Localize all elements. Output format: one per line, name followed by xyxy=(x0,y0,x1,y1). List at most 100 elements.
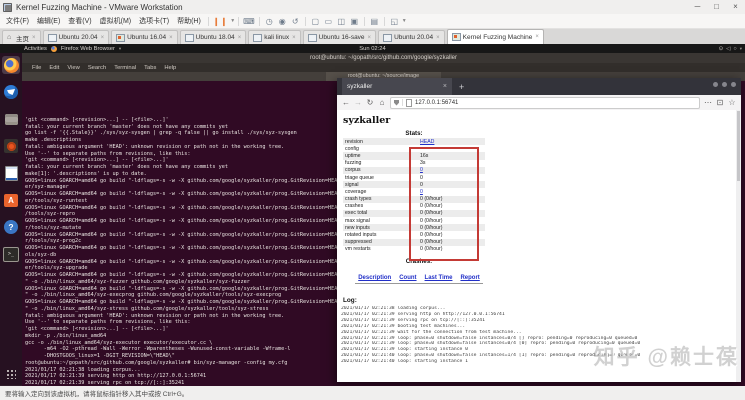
show-library-icon[interactable]: ▢ xyxy=(309,17,322,26)
menu-item[interactable]: 选项卡(T) xyxy=(135,16,173,26)
tab-close-icon[interactable]: × xyxy=(535,34,539,40)
close-button[interactable]: × xyxy=(726,0,745,14)
vm-tab-label: Ubuntu 16-save xyxy=(318,34,365,41)
panel-clock[interactable]: Sun 02:24 xyxy=(0,46,745,52)
terminal-menu-item[interactable]: View xyxy=(63,65,83,71)
terminal-menu-item[interactable]: Terminal xyxy=(110,65,140,71)
tab-close-icon[interactable]: × xyxy=(169,35,173,41)
console-layout-icon[interactable]: ◫ xyxy=(335,17,348,26)
ubuntu-software-icon: A xyxy=(4,193,18,207)
statusbar-hint: 要将输入定向到该虚拟机，请将鼠标指针移入其中或按 Ctrl+G。 xyxy=(5,391,189,398)
fullscreen-dropdown-icon[interactable]: ▼ xyxy=(402,18,407,24)
files-icon xyxy=(4,113,18,125)
firefox-window-controls[interactable] xyxy=(713,82,736,87)
terminal-menu-item[interactable]: Edit xyxy=(45,65,63,71)
tab-close-icon[interactable]: × xyxy=(292,35,296,41)
tab-close-icon[interactable]: × xyxy=(32,35,36,41)
tab-close-icon[interactable]: × xyxy=(368,35,372,41)
tab-close-icon[interactable]: × xyxy=(436,35,440,41)
maximize-button[interactable]: □ xyxy=(707,0,726,14)
terminal-titlebar[interactable]: root@ubuntu: ~/gopath/src/github.com/goo… xyxy=(22,53,745,63)
vm-tab[interactable]: Ubuntu 20.04 × xyxy=(378,30,445,44)
show-thumbnail-bar-icon[interactable]: ▭ xyxy=(322,17,335,26)
snapshot-clock-icon[interactable]: ◷ xyxy=(263,17,276,26)
stat-label: fuzzing xyxy=(345,160,362,167)
crashes-column-link[interactable]: Description xyxy=(358,275,391,281)
menu-item[interactable]: 虚拟机(M) xyxy=(96,16,136,26)
stat-label: signal xyxy=(345,181,359,188)
terminal-menu-item[interactable]: Search xyxy=(84,65,110,71)
vmware-workstation-window: Kernel Fuzzing Machine - VMware Workstat… xyxy=(0,0,745,400)
system-menu-chevron-icon[interactable]: ▾ xyxy=(740,46,742,52)
crashes-column-link[interactable]: Last Time xyxy=(425,275,453,281)
menu-item[interactable]: 编辑(E) xyxy=(33,16,64,26)
vm-tab[interactable]: Ubuntu 20.04 × xyxy=(42,30,110,44)
stat-value[interactable]: HEAD xyxy=(415,139,434,145)
console-view-icon[interactable]: ▤ xyxy=(368,17,381,26)
terminal-menu-item[interactable]: Help xyxy=(160,65,180,71)
page-actions-icon[interactable]: ⋯ xyxy=(704,98,712,107)
take-snapshot-icon[interactable]: ◉ xyxy=(276,17,289,26)
browser-scrollbar[interactable] xyxy=(736,110,741,382)
crashes-section: Crashes: Description Count Last Time Report xyxy=(343,258,495,284)
terminal-icon: >_ xyxy=(3,246,19,262)
tab-close-icon[interactable]: × xyxy=(238,35,242,41)
browser-tab[interactable]: syzkaller × xyxy=(342,78,452,95)
menu-item[interactable]: 帮助(H) xyxy=(173,16,205,26)
terminal-menu-item[interactable]: Tabs xyxy=(140,65,160,71)
stats-heading: Stats: xyxy=(405,130,423,137)
revert-snapshot-icon[interactable]: ↺ xyxy=(289,17,302,26)
stat-label: exec total xyxy=(345,210,368,217)
tab-close-icon[interactable]: × xyxy=(443,83,447,90)
bookmark-star-icon[interactable]: ☆ xyxy=(728,98,736,107)
stat-label: triage queue xyxy=(345,174,374,181)
crashes-column-link[interactable]: Report xyxy=(460,275,479,281)
dock-firefox[interactable] xyxy=(2,56,20,74)
vm-tab[interactable]: Ubuntu 18.04 × xyxy=(179,30,247,44)
vm-tab[interactable]: Ubuntu 16-save × xyxy=(302,30,377,44)
back-button[interactable]: ← xyxy=(342,98,350,107)
dock-libreoffice-writer[interactable] xyxy=(2,164,20,182)
dock-thunderbird[interactable] xyxy=(2,83,20,101)
red-annotation-box xyxy=(409,147,479,261)
dock-terminal[interactable]: >_ xyxy=(2,245,20,263)
vm-tab[interactable]: 主页 × xyxy=(2,30,41,44)
new-tab-button[interactable]: + xyxy=(459,82,464,92)
home-button[interactable]: ⌂ xyxy=(378,98,386,107)
dock-rhythmbox[interactable] xyxy=(2,137,20,155)
app-view-icon[interactable]: ▣ xyxy=(348,17,361,26)
minimize-button[interactable]: ─ xyxy=(688,0,707,14)
fullscreen-icon[interactable]: ◱ xyxy=(388,17,401,26)
terminal-menu-item[interactable]: File xyxy=(28,65,45,71)
dock-files[interactable] xyxy=(2,110,20,128)
crashes-column-link[interactable]: Count xyxy=(399,275,416,281)
stat-label: crash types xyxy=(345,196,372,203)
window-title: Kernel Fuzzing Machine - VMware Workstat… xyxy=(16,2,183,12)
tab-close-icon[interactable]: × xyxy=(101,35,105,41)
url-bar[interactable]: 127.0.0.1:56741 xyxy=(390,96,700,109)
browser-tab-title: syzkaller xyxy=(347,83,373,90)
log-lines: 2021/01/17 02:21:38 loading corpus... 202… xyxy=(341,306,736,365)
dock-ubuntu-software[interactable]: A xyxy=(2,191,20,209)
pause-vm-button[interactable]: ❙❙ xyxy=(212,17,229,26)
volume-icon[interactable]: ◁ xyxy=(726,46,730,52)
menu-item[interactable]: 查看(V) xyxy=(64,16,95,26)
pause-dropdown-icon[interactable]: ▼ xyxy=(230,18,235,24)
vm-tab[interactable]: kali linux × xyxy=(248,30,301,44)
vmware-menubar: 文件(F) 编辑(E) 查看(V) 虚拟机(M) 选项卡(T) 帮助(H) ❙❙ ▼ ⌨ … xyxy=(0,14,745,29)
url-text[interactable]: 127.0.0.1:56741 xyxy=(415,100,458,106)
power-icon[interactable]: ○ xyxy=(733,46,736,52)
forward-button[interactable]: → xyxy=(354,98,362,107)
tracking-shield-icon[interactable] xyxy=(394,99,399,106)
reload-button[interactable]: ↻ xyxy=(366,98,374,107)
menu-item[interactable]: 文件(F) xyxy=(2,16,33,26)
library-icon[interactable]: ⊡ xyxy=(716,98,724,107)
vm-tab[interactable]: Ubuntu 16.04 × xyxy=(111,30,178,44)
help-icon: ? xyxy=(4,220,18,234)
show-applications-button[interactable] xyxy=(0,368,22,380)
dock-help[interactable]: ? xyxy=(2,218,20,236)
vm-tab[interactable]: Kernel Fuzzing Machine × xyxy=(446,29,544,44)
ctrl-alt-del-icon[interactable]: ⌨ xyxy=(242,17,256,26)
page-info-icon[interactable] xyxy=(406,98,412,107)
accessibility-icon[interactable]: ⊙ xyxy=(719,46,724,52)
